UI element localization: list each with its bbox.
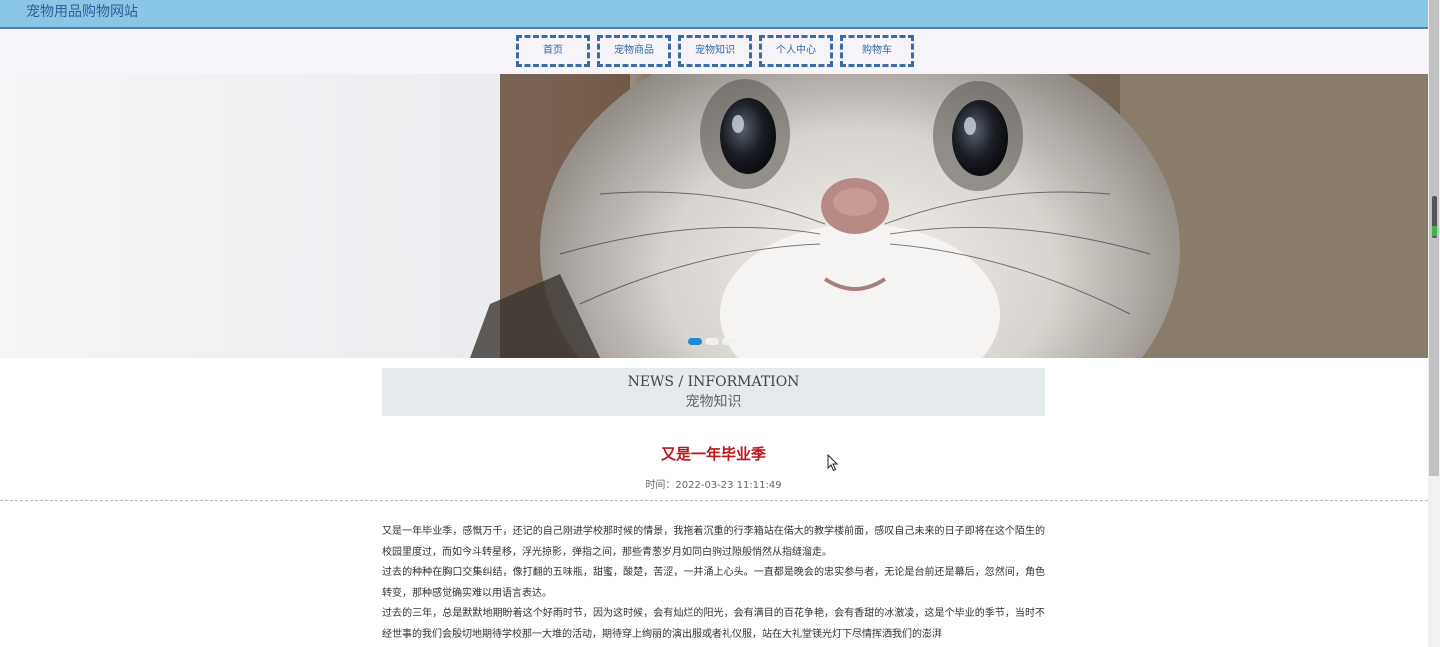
- article-paragraph: 过去的种种在胸口交集纠结，像打翻的五味瓶，甜蜜，酸楚，苦涩，一并涌上心头。一直都…: [382, 567, 1045, 599]
- carousel-indicators: [688, 338, 736, 345]
- main-nav: 首页 宠物商品 宠物知识 个人中心 购物车: [0, 29, 1428, 74]
- article-body: 又是一年毕业季，感慨万千，还记的自己刚进学校那时候的情景，我拖着沉重的行李箱站在…: [382, 522, 1045, 645]
- nav-item-pet-knowledge[interactable]: 宠物知识: [678, 35, 752, 67]
- mouse-cursor-icon: [827, 454, 839, 472]
- section-title-cn: 宠物知识: [685, 394, 742, 410]
- vertical-scrollbar[interactable]: [1428, 0, 1440, 647]
- page: 宠物用品购物网站 首页 宠物商品 宠物知识 个人中心 购物车 NEWS / IN…: [0, 0, 1428, 647]
- scroll-indicator: [1432, 226, 1437, 236]
- article-time: 时间：2022-03-23 11:11:49: [645, 480, 782, 491]
- flying-squirrel-photo: [0, 74, 1428, 358]
- section-header: NEWS / INFORMATION 宠物知识: [382, 368, 1045, 416]
- article-paragraph: 过去的三年，总是默默地期盼着这个好雨时节，因为这时候，会有灿烂的阳光，会有满目的…: [382, 608, 1045, 640]
- scrollbar-thumb[interactable]: [1429, 0, 1439, 476]
- nav-item-home[interactable]: 首页: [516, 35, 590, 67]
- section-title-en: NEWS / INFORMATION: [627, 374, 800, 390]
- carousel-dot-2[interactable]: [705, 338, 719, 345]
- top-header: 宠物用品购物网站: [0, 0, 1428, 29]
- banner-carousel[interactable]: [0, 74, 1428, 358]
- divider: [0, 500, 1428, 501]
- nav-item-cart[interactable]: 购物车: [840, 35, 914, 67]
- nav-item-user-center[interactable]: 个人中心: [759, 35, 833, 67]
- carousel-dot-1[interactable]: [688, 338, 702, 345]
- nav-item-pet-products[interactable]: 宠物商品: [597, 35, 671, 67]
- carousel-dot-3[interactable]: [722, 338, 736, 345]
- site-title[interactable]: 宠物用品购物网站: [26, 2, 138, 22]
- article-paragraph: 又是一年毕业季，感慨万千，还记的自己刚进学校那时候的情景，我拖着沉重的行李箱站在…: [382, 526, 1045, 558]
- article-title: 又是一年毕业季: [660, 445, 766, 463]
